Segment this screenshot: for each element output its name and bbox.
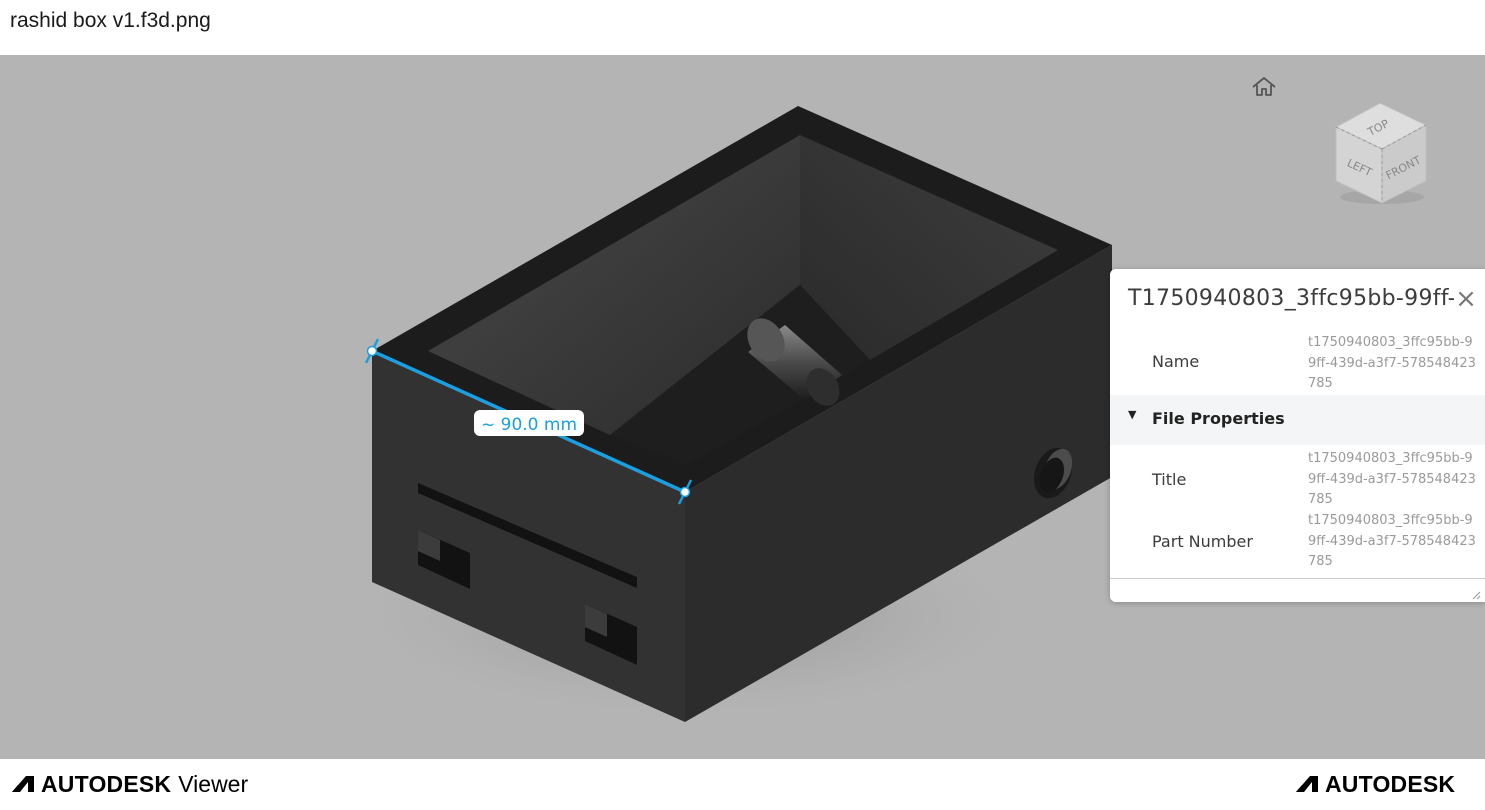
properties-panel-footer [1110, 578, 1485, 602]
measure-point-start[interactable] [366, 345, 378, 357]
property-row-name: Name t1750940803_3ffc95bb-99ff-439d-a3f7… [1110, 331, 1485, 395]
section-file-properties[interactable]: ▼ File Properties [1110, 395, 1485, 445]
properties-panel-title: T1750940803_3ffc95bb-99ff-4 [1128, 286, 1471, 311]
autodesk-logo-icon [1296, 776, 1318, 792]
autodesk-logo: AUTODESK [1294, 769, 1455, 799]
property-label: Part Number [1152, 532, 1253, 551]
property-value: t1750940803_3ffc95bb-99ff-439d-a3f7-5785… [1308, 335, 1476, 391]
viewer-canvas[interactable]: ~ 90.0 mm TOP LEFT FRONT T1750940803_3ff… [0, 55, 1485, 759]
close-icon[interactable]: × [1454, 285, 1478, 313]
property-row-part-number: Part Number t1750940803_3ffc95bb-99ff-43… [1110, 511, 1485, 575]
home-button[interactable] [1250, 75, 1278, 99]
title-bar: rashid box v1.f3d.png [0, 0, 1485, 55]
properties-panel-header[interactable]: T1750940803_3ffc95bb-99ff-4 × [1110, 269, 1485, 329]
properties-panel[interactable]: T1750940803_3ffc95bb-99ff-4 × Name t1750… [1110, 269, 1485, 602]
measurement-label: ~ 90.0 mm [481, 415, 577, 435]
brand-name: AUTODESK [1325, 770, 1456, 797]
autodesk-viewer-logo: AUTODESK Viewer [10, 769, 248, 799]
property-row-title: Title t1750940803_3ffc95bb-99ff-439d-a3f… [1110, 449, 1485, 511]
property-value: t1750940803_3ffc95bb-99ff-439d-a3f7-5785… [1308, 513, 1476, 569]
resize-grip-icon[interactable] [1471, 590, 1481, 600]
section-label: File Properties [1152, 409, 1285, 428]
measure-point-end[interactable] [679, 486, 691, 498]
property-value: t1750940803_3ffc95bb-99ff-439d-a3f7-5785… [1308, 451, 1476, 507]
property-label: Title [1152, 470, 1187, 489]
property-label: Name [1152, 352, 1200, 371]
brand-name: AUTODESK [41, 770, 172, 797]
caret-down-icon[interactable]: ▼ [1128, 408, 1136, 421]
autodesk-logo-icon [12, 776, 34, 792]
brand-product: Viewer [178, 770, 249, 797]
footer-bar: AUTODESK Viewer AUTODESK [0, 759, 1485, 810]
file-title: rashid box v1.f3d.png [10, 9, 211, 32]
home-icon [1252, 77, 1276, 96]
viewcube[interactable]: TOP LEFT FRONT [1330, 97, 1434, 209]
